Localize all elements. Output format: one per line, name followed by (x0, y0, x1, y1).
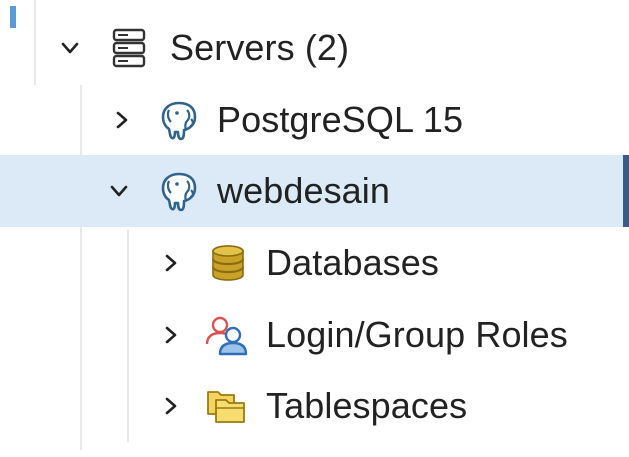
postgres-elephant-icon (161, 172, 197, 212)
tree-node-tablespaces[interactable]: Tablespaces (0, 370, 629, 442)
tree-node-servers[interactable]: Servers (2) (0, 12, 629, 84)
postgres-elephant-icon (161, 101, 197, 141)
chevron-right-icon[interactable] (160, 324, 182, 346)
chevron-right-icon[interactable] (111, 109, 133, 131)
tree-node-postgresql-15[interactable]: PostgreSQL 15 (0, 84, 629, 156)
tree-node-login-group-roles[interactable]: Login/Group Roles (0, 299, 629, 371)
chevron-right-icon[interactable] (160, 252, 182, 274)
tree-node-label: PostgreSQL 15 (217, 99, 464, 140)
tree-node-label: Servers (2) (170, 27, 350, 68)
server-group-icon (112, 28, 146, 68)
tree-node-label: Tablespaces (266, 385, 468, 426)
tree-node-databases[interactable]: Databases (0, 227, 629, 299)
tree-node-label: webdesain (217, 170, 391, 211)
chevron-right-icon[interactable] (160, 395, 182, 417)
group-roles-icon (205, 316, 248, 356)
chevron-down-icon[interactable] (59, 37, 81, 59)
chevron-down-icon[interactable] (108, 180, 130, 202)
tree-node-webdesain[interactable]: webdesain (0, 155, 629, 227)
tree-node-label: Login/Group Roles (266, 314, 568, 355)
database-icon (211, 245, 245, 281)
tree-node-label: Databases (266, 242, 440, 283)
object-explorer-tree: Servers (2) PostgreSQL 15 webdesain Data… (0, 0, 629, 457)
tablespace-folder-icon (207, 391, 245, 423)
selection-indicator (623, 155, 629, 227)
